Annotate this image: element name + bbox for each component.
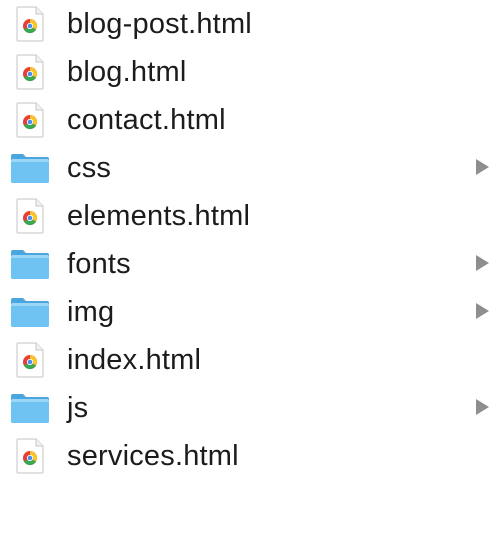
chrome-html-file-icon <box>8 4 52 44</box>
chrome-html-file-icon <box>8 52 52 92</box>
chrome-html-file-icon <box>8 196 52 236</box>
file-name: index.html <box>67 344 202 376</box>
file-name: img <box>67 296 115 328</box>
chrome-html-file-icon <box>8 340 52 380</box>
file-row-blog[interactable]: blog.html <box>0 48 498 96</box>
file-name: elements.html <box>67 200 251 232</box>
file-name: blog-post.html <box>67 8 252 40</box>
folder-icon <box>8 244 52 284</box>
file-row-elements[interactable]: elements.html <box>0 192 498 240</box>
folder-row-js[interactable]: js <box>0 384 498 432</box>
file-name: services.html <box>67 440 239 472</box>
folder-icon <box>8 148 52 188</box>
file-row-blog-post[interactable]: blog-post.html <box>0 0 498 48</box>
file-name: contact.html <box>67 104 226 136</box>
file-name: blog.html <box>67 56 187 88</box>
file-name: fonts <box>67 248 131 280</box>
folder-icon <box>8 388 52 428</box>
chrome-html-file-icon <box>8 100 52 140</box>
file-name: js <box>67 392 89 424</box>
disclosure-triangle-icon[interactable] <box>476 399 489 415</box>
file-row-services[interactable]: services.html <box>0 432 498 480</box>
file-row-contact[interactable]: contact.html <box>0 96 498 144</box>
folder-row-img[interactable]: img <box>0 288 498 336</box>
file-row-index[interactable]: index.html <box>0 336 498 384</box>
file-name: css <box>67 152 112 184</box>
chrome-html-file-icon <box>8 436 52 476</box>
folder-row-fonts[interactable]: fonts <box>0 240 498 288</box>
folder-row-css[interactable]: css <box>0 144 498 192</box>
folder-icon <box>8 292 52 332</box>
file-list: blog-post.html blog.html contact.html cs… <box>0 0 498 533</box>
disclosure-triangle-icon[interactable] <box>476 159 489 175</box>
disclosure-triangle-icon[interactable] <box>476 255 489 271</box>
disclosure-triangle-icon[interactable] <box>476 303 489 319</box>
